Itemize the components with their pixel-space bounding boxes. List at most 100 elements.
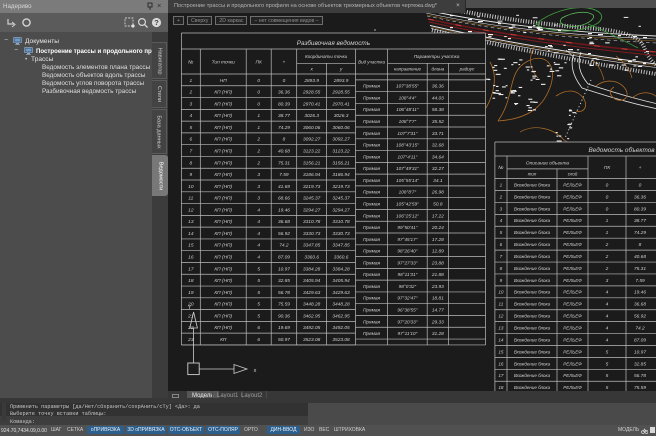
svg-text:4: 4 [257, 254, 260, 260]
svg-text:40.68: 40.68 [634, 254, 646, 260]
svg-text:Прямая: Прямая [363, 331, 381, 337]
svg-text:36.36: 36.36 [278, 90, 290, 96]
svg-text:0: 0 [257, 101, 260, 107]
svg-text:18.81: 18.81 [432, 296, 444, 302]
svg-text:3384.28: 3384.28 [332, 266, 350, 272]
svg-text:38.77: 38.77 [278, 113, 290, 119]
svg-text:Прямая: Прямая [363, 213, 381, 219]
svg-text:3: 3 [500, 206, 503, 211]
svg-text:106°48'11″: 106°48'11″ [396, 107, 419, 112]
svg-text:36.36: 36.36 [432, 84, 444, 90]
svg-text:74.29: 74.29 [278, 125, 290, 131]
svg-text:РЕЛЬЕФ: РЕЛЬЕФ [563, 218, 582, 223]
svg-text:КП (НП): КП (НП) [214, 290, 232, 296]
svg-text:34.64: 34.64 [432, 154, 444, 160]
svg-text:0: 0 [606, 206, 609, 212]
svg-text:18: 18 [498, 385, 504, 390]
svg-text:Вхождение блока: Вхождение блока [514, 182, 551, 187]
svg-text:КП (НП): КП (НП) [214, 113, 232, 119]
svg-text:Вхождение блока: Вхождение блока [514, 314, 551, 319]
svg-text:4: 4 [190, 113, 193, 119]
svg-text:Описание объекта: Описание объекта [526, 160, 570, 166]
svg-text:РЕЛЬЕФ: РЕЛЬЕФ [563, 230, 582, 235]
svg-text:3462.95: 3462.95 [332, 313, 350, 319]
svg-text:Тип точки: Тип точки [212, 59, 236, 65]
svg-text:17: 17 [188, 266, 194, 272]
svg-text:3026.3: 3026.3 [304, 113, 319, 119]
svg-text:Прямая: Прямая [363, 237, 381, 243]
svg-text:РЕЛЬЕФ: РЕЛЬЕФ [563, 266, 582, 271]
svg-text:Вид участка: Вид участка [358, 59, 385, 64]
svg-text:РЕЛЬЕФ: РЕЛЬЕФ [563, 290, 582, 295]
svg-text:1: 1 [257, 113, 260, 119]
svg-text:18: 18 [188, 278, 194, 284]
svg-text:3156.21: 3156.21 [303, 160, 321, 166]
svg-text:направление: направление [394, 66, 422, 71]
svg-text:97°27'33″: 97°27'33″ [397, 260, 417, 265]
svg-text:3: 3 [606, 278, 609, 284]
svg-text:3523.08: 3523.08 [303, 337, 321, 343]
svg-text:КП (НП): КП (НП) [214, 101, 232, 107]
svg-text:97°32'47″: 97°32'47″ [397, 296, 417, 301]
svg-text:2970.41: 2970.41 [302, 101, 321, 107]
svg-text:3060.06: 3060.06 [303, 125, 321, 131]
svg-text:3448.28: 3448.28 [332, 302, 350, 308]
svg-text:105°55'14″: 105°55'14″ [396, 178, 419, 183]
svg-text:x: x [309, 67, 313, 72]
svg-text:10: 10 [188, 184, 194, 190]
svg-text:56.92: 56.92 [278, 231, 290, 237]
svg-text:РЕЛЬЕФ: РЕЛЬЕФ [563, 254, 582, 259]
svg-text:4: 4 [257, 243, 260, 249]
svg-text:+: + [639, 166, 642, 171]
svg-text:3294.27: 3294.27 [332, 207, 350, 213]
svg-text:97°45'17″: 97°45'17″ [397, 237, 417, 242]
svg-text:107°49'31″: 107°49'31″ [396, 166, 419, 171]
svg-text:23.93: 23.93 [431, 284, 444, 290]
svg-text:3186.94: 3186.94 [332, 172, 350, 178]
svg-text:РЕЛЬЕФ: РЕЛЬЕФ [563, 349, 582, 354]
svg-text:10: 10 [498, 290, 504, 295]
svg-text:87.09: 87.09 [278, 254, 290, 260]
svg-text:19.46: 19.46 [278, 207, 290, 213]
svg-text:4: 4 [606, 314, 609, 320]
svg-text:3330.73: 3330.73 [332, 231, 350, 237]
svg-text:80.39: 80.39 [278, 101, 290, 107]
svg-text:36.68: 36.68 [634, 302, 646, 308]
svg-text:Вхождение блока: Вхождение блока [514, 373, 551, 378]
svg-text:96°38'55″: 96°38'55″ [397, 308, 417, 313]
svg-text:Прямая: Прямая [363, 260, 381, 266]
svg-text:3405.94: 3405.94 [303, 278, 321, 284]
svg-text:36.68: 36.68 [278, 219, 290, 225]
svg-text:3: 3 [257, 196, 260, 202]
svg-text:98°11'31″: 98°11'31″ [398, 272, 418, 277]
svg-text:106°25'12″: 106°25'12″ [396, 213, 419, 218]
svg-text:7: 7 [190, 148, 193, 154]
svg-text:26.98: 26.98 [431, 190, 444, 196]
svg-text:6: 6 [257, 337, 260, 343]
svg-text:Прямая: Прямая [363, 95, 381, 101]
svg-text:5: 5 [606, 373, 609, 379]
svg-text:№: № [498, 165, 503, 171]
svg-text:РЕЛЬЕФ: РЕЛЬЕФ [563, 326, 582, 331]
svg-text:Прямая: Прямая [363, 166, 381, 172]
svg-text:98°0'32″: 98°0'32″ [399, 284, 417, 289]
svg-text:75.59: 75.59 [278, 302, 290, 308]
svg-text:4: 4 [606, 337, 609, 343]
svg-text:Вхождение блока: Вхождение блока [514, 266, 551, 271]
svg-text:14.77: 14.77 [432, 308, 444, 314]
svg-text:КП (НП): КП (НП) [214, 137, 232, 143]
svg-text:98°26'40″: 98°26'40″ [397, 249, 417, 254]
svg-text:Прямая: Прямая [363, 107, 381, 113]
svg-text:Координаты точки: Координаты точки [305, 54, 348, 59]
svg-text:Прямая: Прямая [363, 284, 381, 290]
svg-text:3219.73: 3219.73 [332, 184, 350, 190]
svg-text:8: 8 [639, 242, 642, 248]
svg-text:3462.95: 3462.95 [303, 313, 321, 319]
svg-text:44.03: 44.03 [432, 95, 444, 101]
svg-text:1: 1 [257, 125, 260, 131]
svg-text:НП: НП [220, 78, 227, 84]
svg-text:Вхождение блока: Вхождение блока [514, 194, 551, 199]
svg-text:32.85: 32.85 [278, 278, 290, 284]
svg-text:41.69: 41.69 [278, 184, 290, 190]
svg-text:3245.37: 3245.37 [332, 196, 350, 202]
